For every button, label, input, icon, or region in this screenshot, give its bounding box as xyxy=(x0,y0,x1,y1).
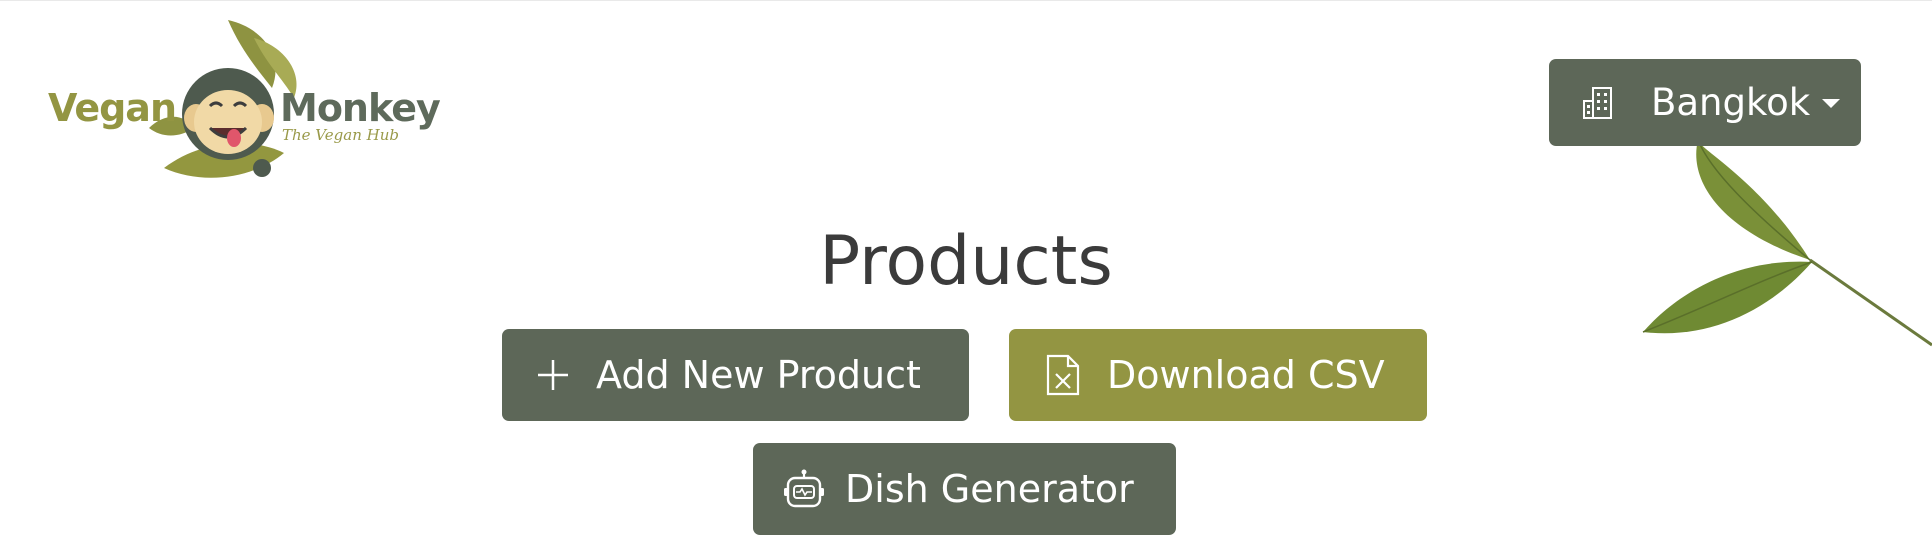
file-excel-icon xyxy=(1046,354,1080,396)
city-selector-label: Bangkok xyxy=(1651,81,1811,124)
top-divider xyxy=(0,0,1932,1)
logo-tagline: The Vegan Hub xyxy=(282,126,399,144)
dish-generator-label: Dish Generator xyxy=(845,467,1134,511)
building-icon xyxy=(1583,86,1612,119)
robot-icon xyxy=(784,469,824,508)
page-title: Products xyxy=(819,222,1113,301)
logo-word-monkey: Monkey xyxy=(280,86,441,130)
download-csv-button[interactable]: Download CSV xyxy=(1009,329,1427,421)
city-selector-dropdown[interactable]: Bangkok xyxy=(1549,59,1861,146)
add-new-product-button[interactable]: Add New Product xyxy=(502,329,969,421)
vegan-monkey-logo[interactable]: Vegan Monkey The Vegan Hub xyxy=(44,18,441,188)
chevron-down-icon xyxy=(1822,99,1841,108)
download-csv-label: Download CSV xyxy=(1107,353,1385,397)
plus-icon xyxy=(538,360,568,390)
dish-generator-button[interactable]: Dish Generator xyxy=(753,443,1176,535)
add-new-product-label: Add New Product xyxy=(596,353,921,397)
logo-word-vegan: Vegan xyxy=(48,86,177,130)
